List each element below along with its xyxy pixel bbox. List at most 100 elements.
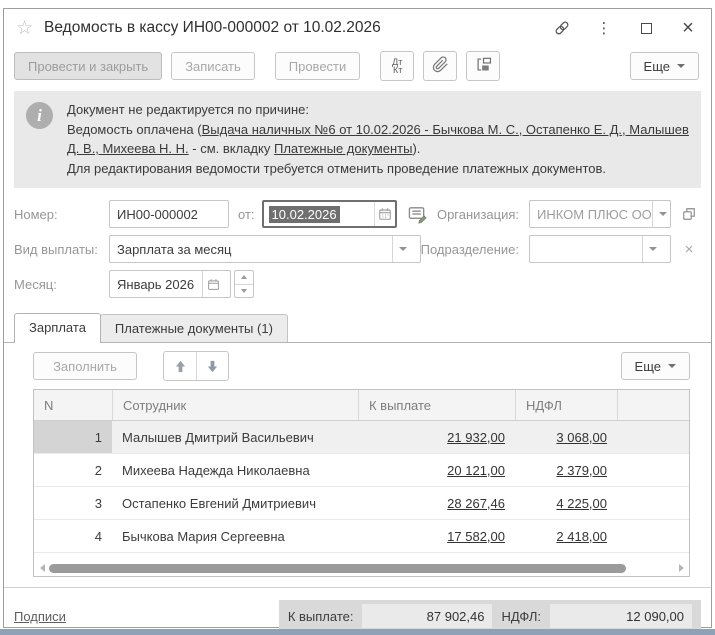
total-ndfl-value: 12 090,00 — [550, 604, 692, 628]
row-month: Месяц: Январь 2026 — [14, 270, 701, 298]
department-dropdown-icon[interactable] — [642, 236, 663, 262]
row-number-date-org: Номер: ИН00-000002 от: 10.02.2026 Органи… — [14, 200, 701, 228]
close-icon[interactable]: × — [679, 18, 697, 38]
table-row[interactable]: 3 Остапенко Евгений Дмитриевич 28 267,46… — [34, 487, 689, 520]
col-header-payout[interactable]: К выплате — [358, 390, 515, 420]
write-button[interactable]: Записать — [171, 52, 255, 80]
total-payout-value: 87 902,46 — [362, 604, 493, 628]
tab-salary[interactable]: Зарплата — [14, 313, 101, 343]
related-documents-button[interactable] — [466, 51, 501, 81]
payment-type-field[interactable]: Зарплата за месяц — [109, 235, 421, 263]
payout-amount-link[interactable]: 17 582,00 — [447, 529, 505, 544]
department-label: Подразделение: — [420, 241, 519, 257]
employees-table: N Сотрудник К выплате НДФЛ 1 Малышев Дми… — [33, 389, 690, 577]
total-payout-label: К выплате: — [287, 608, 354, 624]
move-buttons — [163, 351, 229, 381]
month-field[interactable]: Январь 2026 — [109, 270, 231, 298]
col-header-employee[interactable]: Сотрудник — [112, 390, 358, 420]
ndfl-amount-link[interactable]: 2 379,00 — [556, 463, 607, 478]
post-and-close-button[interactable]: Провести и закрыть — [14, 52, 163, 80]
department-clear-icon[interactable]: × — [677, 236, 701, 262]
row-number: 2 — [94, 462, 102, 478]
table-row[interactable]: 4 Бычкова Мария Сергеевна 17 582,00 2 41… — [34, 520, 689, 553]
table-row[interactable]: 2 Михеева Надежда Николаевна 20 121,00 2… — [34, 454, 689, 487]
related-documents-icon — [475, 56, 492, 76]
organization-label: Организация: — [436, 206, 519, 222]
post-button[interactable]: Провести — [274, 52, 361, 80]
table-row[interactable]: 1 Малышев Дмитрий Васильевич 21 932,00 3… — [34, 421, 689, 454]
move-down-icon[interactable] — [196, 352, 228, 380]
row-number: 3 — [94, 495, 102, 511]
toolbar-more-button[interactable]: Еще — [629, 52, 699, 80]
table-more-button[interactable]: Еще — [620, 352, 690, 380]
favorite-star-icon[interactable]: ☆ — [16, 19, 33, 38]
titlebar: ☆ Ведомость в кассу ИН00-000002 от 10.02… — [4, 9, 711, 47]
month-spin-down-icon[interactable] — [235, 283, 253, 298]
col-header-n[interactable]: N — [34, 390, 112, 420]
employee-name: Бычкова Мария Сергеевна — [122, 528, 285, 544]
info-icon: i — [26, 102, 53, 129]
scroll-left-icon[interactable] — [37, 564, 47, 572]
document-window: ☆ Ведомость в кассу ИН00-000002 от 10.02… — [3, 8, 712, 632]
payment-documents-link[interactable]: Платежные документы — [274, 141, 412, 156]
scroll-right-icon[interactable] — [676, 564, 686, 572]
window-title: Ведомость в кассу ИН00-000002 от 10.02.2… — [44, 19, 381, 36]
scrollbar-track[interactable] — [47, 563, 676, 573]
attachments-button[interactable] — [423, 51, 458, 81]
tabstrip: Зарплата Платежные документы (1) — [4, 305, 711, 343]
number-label: Номер: — [14, 206, 58, 222]
col-header-empty — [617, 390, 689, 420]
notice-line2: Ведомость оплачена (Выдача наличных №6 о… — [67, 121, 689, 157]
header-fields: Номер: ИН00-000002 от: 10.02.2026 Органи… — [4, 198, 711, 298]
command-toolbar: Провести и закрыть Записать Провести Дт К… — [4, 47, 711, 89]
total-ndfl-label: НДФЛ: — [501, 608, 541, 624]
maximize-icon[interactable] — [637, 19, 655, 37]
signatures-link[interactable]: Подписи — [14, 609, 66, 624]
col-header-ndfl[interactable]: НДФЛ — [515, 390, 617, 420]
notice-line3: Для редактирования ведомости требуется о… — [67, 160, 607, 176]
employee-name: Остапенко Евгений Дмитриевич — [122, 495, 316, 511]
date-label: от: — [238, 206, 255, 222]
screen: ☆ Ведомость в кассу ИН00-000002 от 10.02… — [0, 0, 715, 635]
row-paytype-department: Вид выплаты: Зарплата за месяц Подраздел… — [14, 235, 701, 263]
table-empty-space — [34, 553, 689, 560]
ndfl-amount-link[interactable]: 4 225,00 — [556, 496, 607, 511]
app-background-strip — [0, 629, 715, 635]
month-label: Месяц: — [14, 276, 57, 292]
month-spinner — [234, 270, 254, 298]
link-icon[interactable] — [553, 19, 571, 37]
tab-payment-documents[interactable]: Платежные документы (1) — [99, 314, 288, 342]
organization-field[interactable]: ИНКОМ ПЛЮС ОО — [529, 200, 671, 228]
organization-open-icon[interactable] — [677, 201, 701, 227]
table-toolbar: Заполнить Еще — [33, 351, 690, 381]
payment-type-label: Вид выплаты: — [14, 241, 98, 257]
postings-dtkt-button[interactable]: Дт Кт — [380, 51, 415, 81]
move-up-icon[interactable] — [164, 352, 196, 380]
payment-type-dropdown-icon[interactable] — [391, 236, 413, 262]
more-menu-icon[interactable]: ⋮ — [595, 19, 613, 37]
department-field[interactable] — [529, 235, 671, 263]
table-header-row: N Сотрудник К выплате НДФЛ — [34, 390, 689, 421]
organization-dropdown-icon[interactable] — [651, 201, 670, 227]
fill-button[interactable]: Заполнить — [33, 352, 137, 380]
payout-amount-link[interactable]: 28 267,46 — [447, 496, 505, 511]
totals-row: Подписи К выплате: 87 902,46 НДФЛ: 12 09… — [4, 588, 711, 632]
edit-list-icon[interactable] — [405, 201, 431, 227]
employee-name: Малышев Дмитрий Васильевич — [122, 429, 314, 445]
month-calendar-icon[interactable] — [202, 271, 223, 297]
date-field[interactable]: 10.02.2026 — [261, 200, 397, 228]
payout-amount-link[interactable]: 21 932,00 — [447, 430, 505, 445]
scrollbar-thumb[interactable] — [49, 563, 626, 573]
ndfl-amount-link[interactable]: 2 418,00 — [556, 529, 607, 544]
row-number: 4 — [94, 528, 102, 544]
calendar-icon[interactable] — [373, 202, 395, 226]
totals-panel: К выплате: 87 902,46 НДФЛ: 12 090,00 — [278, 600, 701, 632]
employee-name: Михеева Надежда Николаевна — [122, 462, 310, 478]
date-selected-text: 10.02.2026 — [268, 205, 340, 223]
month-spin-up-icon[interactable] — [235, 271, 253, 284]
ndfl-amount-link[interactable]: 3 068,00 — [556, 430, 607, 445]
horizontal-scrollbar[interactable] — [34, 560, 689, 576]
number-field[interactable]: ИН00-000002 — [109, 200, 229, 228]
payout-amount-link[interactable]: 20 121,00 — [447, 463, 505, 478]
paperclip-icon — [432, 56, 449, 76]
